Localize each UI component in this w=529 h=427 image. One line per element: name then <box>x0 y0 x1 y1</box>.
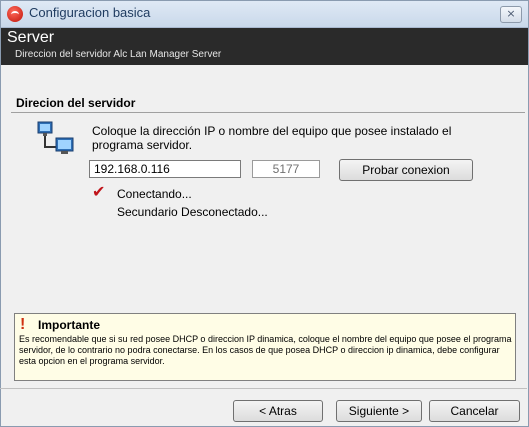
section-divider <box>11 112 525 113</box>
app-logo-icon <box>7 6 23 22</box>
test-connection-button[interactable]: Probar conexion <box>339 159 473 181</box>
network-computers-icon <box>37 121 74 154</box>
status-primary: Conectando... <box>117 187 192 201</box>
server-port-input[interactable]: 5177 <box>252 160 320 178</box>
server-ip-input[interactable]: 192.168.0.116 <box>89 160 241 178</box>
check-icon: ✔ <box>92 182 106 201</box>
notice-text: Es recomendable que si su red posee DHCP… <box>19 334 512 366</box>
next-button[interactable]: Siguiente > <box>336 400 422 422</box>
warning-icon: ! <box>20 316 26 333</box>
footer-divider <box>0 388 527 389</box>
title-bar[interactable]: Configuracion basica × <box>1 1 528 28</box>
cancel-button[interactable]: Cancelar <box>429 400 520 422</box>
close-button[interactable]: × <box>500 6 522 23</box>
instruction-text: Coloque la dirección IP o nombre del equ… <box>92 124 452 152</box>
window-title: Configuracion basica <box>29 5 151 20</box>
status-secondary: Secundario Desconectado... <box>117 205 268 219</box>
wizard-header: Server Direccion del servidor Alc Lan Ma… <box>1 28 528 65</box>
header-title: Server <box>7 29 55 46</box>
section-title: Direcion del servidor <box>16 96 136 110</box>
header-subtitle: Direccion del servidor Alc Lan Manager S… <box>15 49 222 60</box>
notice-title: Importante <box>38 318 101 332</box>
back-button[interactable]: < Atras <box>233 400 323 422</box>
